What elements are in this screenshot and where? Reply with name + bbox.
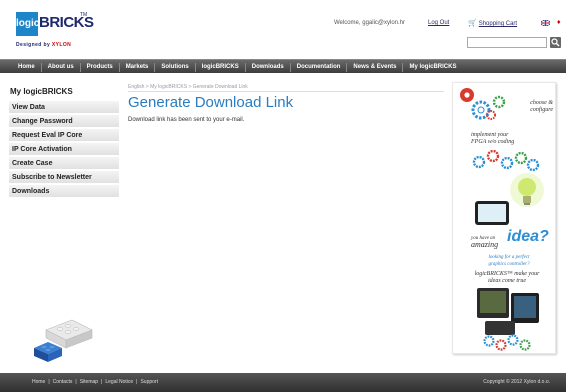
logo-box: logic xyxy=(16,12,39,36)
choose-line1: choose & xyxy=(530,100,553,106)
cart-label: Shopping Cart xyxy=(478,21,518,27)
sidebar-item-subscribe-to-newsletter[interactable]: Subscribe to Newsletter xyxy=(9,171,119,184)
breadcrumb[interactable]: English > My logicBRICKS > Generate Down… xyxy=(128,84,248,90)
bricks-illustration xyxy=(34,319,93,362)
looking-line1: looking for a perfect xyxy=(488,255,530,260)
logicbricks-logo[interactable]: logic BRICKS TM Designed by XYLON xyxy=(14,10,94,52)
sidebar-item-ip-core-activation[interactable]: IP Core Activation xyxy=(9,143,119,156)
page-title: Generate Download Link xyxy=(128,94,294,111)
footer-link-home[interactable]: Home xyxy=(30,379,47,385)
footer: Home | Contacts | Sitemap | Legal Notice | Suppo… xyxy=(0,373,566,392)
welcome-text: Welcome, ggalic@xylon.hr xyxy=(334,20,406,26)
sidebar-title: My logicBRICKS xyxy=(10,87,73,96)
logo-tagline: Designed by XYLON xyxy=(16,42,71,48)
nav-item-documentation[interactable]: Documentation xyxy=(289,62,347,72)
gear-green-icon xyxy=(492,95,506,109)
nav-item-home[interactable]: Home xyxy=(12,63,41,72)
shopping-cart-link[interactable]: 🛒 Shopping Cart xyxy=(468,19,517,27)
banner-make-text: logicBRICKS™ make your ideas come true xyxy=(467,271,547,285)
banner-looking-text: looking for a perfect graphics controlle… xyxy=(479,254,539,268)
nav-item-logicbricks[interactable]: logicBRICKS xyxy=(194,62,245,72)
breadcrumb-divider xyxy=(128,91,444,92)
tagline-prefix: Designed by xyxy=(16,42,52,48)
banner-choose-text: choose & configure xyxy=(519,100,553,114)
footer-link-sitemap[interactable]: Sitemap xyxy=(78,379,100,385)
search-input[interactable] xyxy=(467,37,547,48)
make-line2: ideas come true xyxy=(488,278,526,284)
search-icon xyxy=(551,38,560,47)
sidebar-item-downloads[interactable]: Downloads xyxy=(9,185,119,198)
banner-implement-text: implement your FPGA w/o coding xyxy=(471,132,514,146)
banner-idea-text: idea? xyxy=(507,228,549,245)
gear-bottom-icon xyxy=(483,334,531,351)
footer-link-contacts[interactable]: Contacts xyxy=(51,379,75,385)
copyright-text: Copyright © 2012 Xylon d.o.o. xyxy=(483,379,550,385)
sidebar-item-change-password[interactable]: Change Password xyxy=(9,115,119,128)
gear-red-icon xyxy=(460,88,474,102)
header: logic BRICKS TM Designed by XYLON Welcom… xyxy=(0,0,566,58)
confirmation-message: Download link has been sent to your e-ma… xyxy=(128,117,245,123)
nav-item-my-logicbricks[interactable]: My logicBRICKS xyxy=(402,62,462,72)
make-line1: logicBRICKS™ make your xyxy=(474,271,540,277)
choose-line2: configure xyxy=(530,107,553,113)
uk-flag-icon[interactable] xyxy=(541,20,550,26)
sidebar-item-create-case[interactable]: Create Case xyxy=(9,157,119,170)
nav-list: Home About us Products Markets Solutions logi… xyxy=(12,60,462,74)
implement-line2: FPGA w/o coding xyxy=(471,139,515,145)
gear-chain-icon xyxy=(472,149,540,172)
cart-icon: 🛒 xyxy=(468,20,477,27)
sidebar-item-view-data[interactable]: View Data xyxy=(9,101,119,114)
implement-line1: implement your xyxy=(471,132,509,138)
banner-artwork xyxy=(460,88,544,351)
sidebar-item-request-eval-ip-core[interactable]: Request Eval IP Core xyxy=(9,129,119,142)
devices-icon xyxy=(477,288,539,335)
promo-banner[interactable]: choose & configure implement your FPGA w… xyxy=(452,82,556,354)
nav-item-products[interactable]: Products xyxy=(79,62,119,72)
nav-item-news-events[interactable]: News & Events xyxy=(346,62,402,72)
search-button[interactable] xyxy=(550,37,561,48)
lightbulb-icon xyxy=(510,173,544,207)
tablet-icon xyxy=(475,201,509,225)
nav-item-markets[interactable]: Markets xyxy=(118,62,155,72)
footer-link-legal-notice[interactable]: Legal Notice xyxy=(103,379,135,385)
footer-link-support[interactable]: Support xyxy=(138,379,160,385)
nav-item-about-us[interactable]: About us xyxy=(40,62,80,72)
logo-tm: TM xyxy=(80,12,88,18)
tagline-brand: XYLON xyxy=(51,42,72,48)
banner-amazing-text: amazing xyxy=(471,240,499,249)
sidebar-menu: View Data Change Password Request Eval IP … xyxy=(9,101,119,199)
nav-item-solutions[interactable]: Solutions xyxy=(154,62,194,72)
croatian-flag-icon[interactable]: ♦ xyxy=(557,19,566,26)
footer-links: Home | Contacts | Sitemap | Legal Notice | Suppo… xyxy=(30,379,160,385)
main-nav: Home About us Products Markets Solutions logi… xyxy=(0,59,566,73)
logout-link[interactable]: Log Out xyxy=(428,20,449,26)
looking-line2: graphics controller? xyxy=(488,262,530,267)
nav-item-downloads[interactable]: Downloads xyxy=(244,62,290,72)
